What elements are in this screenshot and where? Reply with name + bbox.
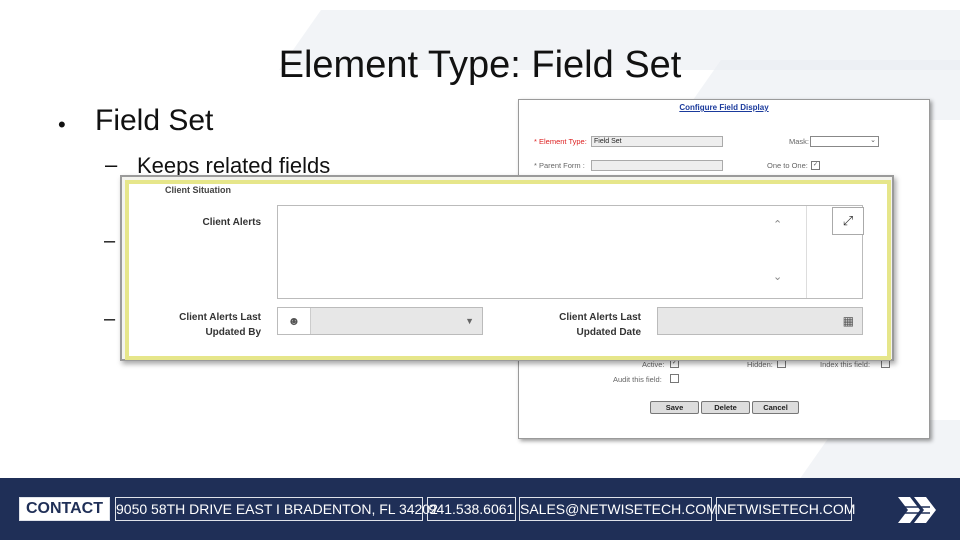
last-updated-date-label-line1: Client Alerts Last [559,312,641,323]
last-updated-date-label: Client Alerts Last Updated Date [529,310,641,340]
address-text: 9050 58TH DRIVE EAST I BRADENTON, FL 342… [115,497,438,521]
footer-bar: CONTACT 9050 58TH DRIVE EAST I BRADENTON… [0,478,960,540]
element-type-label-text: * Element Type: [534,137,587,146]
element-type-field[interactable]: Field Set [591,136,723,147]
last-updated-date-field[interactable]: ▦ [657,307,863,335]
bullet-text: Field Set [95,104,214,137]
audit-checkbox[interactable] [670,374,679,383]
slide-title: Element Type: Field Set [278,44,682,86]
chevron-down-icon: ⌄ [870,137,876,144]
last-updated-by-label: Client Alerts Last Updated By [149,310,261,340]
calendar-icon[interactable]: ▦ [843,308,854,334]
phone-text[interactable]: 941.538.6061 [427,497,516,521]
cancel-button[interactable]: Cancel [752,401,799,414]
audit-label: Audit this field: [613,375,662,384]
expand-button[interactable]: ⤢ [832,207,864,235]
field-set-highlight: Client Situation Client Alerts ⌃ ⌄ ⤢ Cli… [125,180,891,360]
client-alerts-textarea[interactable]: ⌃ ⌄ [277,205,863,299]
active-label: Active: [642,360,665,369]
user-icon: ☻ [278,308,311,334]
save-button[interactable]: Save [650,401,699,414]
email-text[interactable]: SALES@NETWISETECH.COM [519,497,718,521]
one-to-one-checkbox[interactable]: ✓ [811,161,820,170]
scroll-up-icon[interactable]: ⌃ [773,218,782,231]
scroll-down-icon[interactable]: ⌄ [773,270,782,283]
client-alerts-label: Client Alerts [202,217,261,228]
textarea-divider [806,206,807,298]
sub-bullet-dash: – [105,152,118,177]
last-updated-date-label-line2: Updated Date [576,327,641,338]
expand-icon: ⤢ [842,213,854,228]
sub-bullet-dash: – [104,230,116,252]
last-updated-by-label-line2: Updated By [205,327,261,338]
client-situation-panel: Client Situation Client Alerts ⌃ ⌄ ⤢ Cli… [120,175,894,361]
index-label: Index this field: [820,360,871,369]
caret-down-icon[interactable]: ▼ [465,308,474,334]
element-type-label: * Element Type: [534,137,587,146]
one-to-one-label: One to One: [767,161,808,170]
contact-label: CONTACT [19,497,110,521]
delete-button[interactable]: Delete [701,401,750,414]
dialog-title[interactable]: Configure Field Display [519,103,929,112]
sub-bullet-dash: – [104,308,116,330]
parent-form-label: * Parent Form : [534,161,585,170]
mask-label: Mask: [789,137,810,146]
field-set-title: Client Situation [165,185,231,195]
website-text[interactable]: NETWISETECH.COM [716,497,855,521]
last-updated-by-label-line1: Client Alerts Last [179,312,261,323]
last-updated-by-select[interactable]: ☻ ▼ [277,307,483,335]
mask-select[interactable]: ⌄ [810,136,879,147]
hidden-label: Hidden: [747,360,773,369]
bullet-dot: • [58,112,66,137]
parent-form-field[interactable] [591,160,723,171]
chevron-logo-icon [898,497,936,523]
